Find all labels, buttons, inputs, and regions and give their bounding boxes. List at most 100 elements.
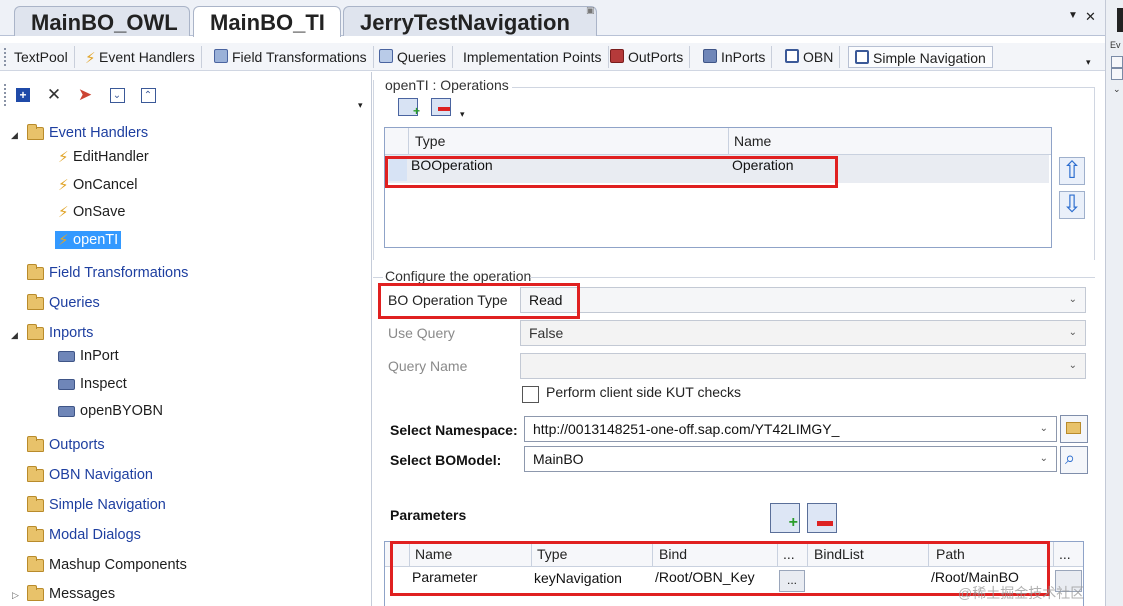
remove-row-icon[interactable] (431, 98, 451, 116)
tab-implementation-points[interactable]: Implementation Points (457, 46, 609, 68)
kut-checkbox[interactable] (522, 386, 539, 403)
run-icon[interactable]: ➤ (74, 84, 96, 106)
column-header-bind[interactable]: Bind (659, 546, 687, 562)
move-up-button[interactable]: ⇧ (1059, 157, 1085, 185)
tab-obn[interactable]: OBN (779, 46, 841, 68)
tree-node-label: OnCancel (73, 177, 138, 193)
tab-inports[interactable]: InPorts (697, 46, 773, 68)
bind-browse-button[interactable]: ... (779, 570, 805, 592)
delete-icon[interactable]: ✕ (43, 84, 65, 106)
tree-expander-icon[interactable]: ◢ (11, 130, 18, 141)
parameter-name-cell[interactable]: Parameter (412, 569, 477, 585)
tab-event-handlers[interactable]: ⚡ Event Handlers (79, 46, 202, 68)
column-header-type[interactable]: Type (537, 546, 567, 562)
tree-leaf-inport[interactable]: InPort (58, 348, 119, 364)
bolt-icon: ⚡ (58, 149, 69, 166)
parameter-bind-cell[interactable]: /Root/OBN_Key (655, 569, 755, 585)
tree-node-label: openTI (73, 232, 119, 248)
tab-label: TextPool (14, 49, 68, 65)
tree-node-label: Simple Navigation (49, 497, 166, 513)
tree-node-inports[interactable]: Inports (27, 323, 93, 341)
row-selector[interactable] (389, 159, 407, 181)
tree-expander-icon[interactable]: ◢ (11, 330, 18, 341)
tree-leaf-onsave[interactable]: ⚡ OnSave (58, 203, 125, 221)
tree-node-label: openBYOBN (80, 403, 164, 419)
side-panel-button[interactable] (1111, 68, 1123, 80)
folder-icon (27, 293, 44, 310)
tree-node-event-handlers[interactable]: Event Handlers (27, 123, 148, 141)
tab-label: Event Handlers (99, 49, 195, 65)
kut-checkbox-label: Perform client side KUT checks (546, 384, 742, 400)
folder-icon (27, 123, 44, 140)
tree-leaf-oncancel[interactable]: ⚡ OnCancel (58, 176, 137, 194)
chevron-down-icon: ⌄ (1039, 453, 1048, 464)
collapse-all-icon[interactable]: ⌃ (137, 84, 159, 106)
add-icon[interactable]: + (12, 84, 34, 106)
tab-outports[interactable]: OutPorts (604, 46, 691, 68)
tree-node-modal-dialogs[interactable]: Modal Dialogs (27, 525, 141, 543)
tree-node-field-transformations[interactable]: Field Transformations (27, 263, 188, 281)
tree-node-label: Modal Dialogs (49, 527, 141, 543)
column-header-path-ellipsis[interactable]: ... (1059, 546, 1071, 562)
tree-node-obn-navigation[interactable]: OBN Navigation (27, 465, 153, 483)
tree-leaf-inspect[interactable]: Inspect (58, 376, 127, 392)
add-row-icon[interactable]: + (398, 98, 420, 118)
column-header-name[interactable]: Name (415, 546, 452, 562)
tree-node-queries[interactable]: Queries (27, 293, 100, 311)
column-header-bind-ellipsis[interactable]: ... (783, 546, 795, 562)
search-bomodel-button[interactable]: ⌕ (1060, 446, 1088, 474)
toolbar-overflow-icon[interactable]: ▾ (1086, 57, 1091, 68)
tab-label: Implementation Points (463, 49, 602, 65)
operation-name-cell[interactable]: Operation (732, 157, 793, 173)
tree-leaf-openbyobn[interactable]: openBYOBN (58, 403, 163, 419)
namespace-select[interactable]: http://0013148251-one-off.sap.com/YT42LI… (524, 416, 1057, 442)
group-divider (373, 277, 383, 278)
bo-operation-type-select[interactable]: Read ⌄ (520, 287, 1086, 313)
bolt-icon: ⚡ (58, 177, 69, 194)
folder-icon (27, 465, 44, 482)
side-panel-button[interactable] (1111, 56, 1123, 68)
doc-tab-jerrytestnavigation[interactable]: JerryTestNavigation (343, 6, 597, 36)
doc-tab-mainbo-ti[interactable]: MainBO_TI (193, 6, 341, 37)
tree-leaf-openti[interactable]: ⚡ openTI (55, 231, 122, 249)
tree-leaf-edithandler[interactable]: ⚡ EditHandler (58, 148, 149, 166)
use-query-select[interactable]: False ⌄ (520, 320, 1086, 346)
tree-node-label: InPort (80, 348, 119, 364)
move-down-button[interactable]: ⇩ (1059, 191, 1085, 219)
bomodel-label: Select BOModel: (390, 452, 502, 468)
query-icon (379, 49, 393, 63)
side-panel-header (1117, 8, 1123, 32)
toolbar-overflow-icon[interactable]: ▾ (358, 100, 363, 111)
tab-queries[interactable]: Queries (373, 46, 454, 68)
remove-parameter-icon[interactable] (807, 503, 837, 533)
tab-simple-navigation[interactable]: Simple Navigation (848, 46, 993, 68)
select-value: False (529, 325, 564, 341)
add-parameter-icon[interactable]: + (770, 503, 800, 533)
tab-textpool[interactable]: TextPool (8, 46, 75, 68)
chevron-down-icon: ⌄ (1068, 327, 1077, 338)
tree-expander-icon[interactable]: ▷ (12, 590, 19, 601)
tree-node-label: Inspect (80, 376, 127, 392)
chevron-down-icon[interactable]: ⌄ (1113, 84, 1121, 95)
tree-node-outports[interactable]: Outports (27, 435, 105, 453)
parameter-type-cell[interactable]: keyNavigation (534, 570, 622, 586)
browse-namespace-button[interactable] (1060, 415, 1088, 443)
bomodel-select[interactable]: MainBO ⌄ (524, 446, 1057, 472)
inport-icon (58, 405, 75, 417)
doc-tab-mainbo-owl[interactable]: MainBO_OWL (14, 6, 190, 36)
tree-node-mashup-components[interactable]: Mashup Components (27, 555, 187, 573)
column-header-name[interactable]: Name (734, 133, 771, 149)
column-header-bindlist[interactable]: BindList (814, 546, 864, 562)
tree-node-messages[interactable]: Messages (27, 584, 115, 602)
close-icon[interactable]: ✕ (1085, 9, 1096, 25)
tree-node-simple-navigation[interactable]: Simple Navigation (27, 495, 166, 513)
expand-all-icon[interactable]: ⌄ (106, 84, 128, 106)
tab-list-dropdown-icon[interactable]: ▼ (1068, 10, 1078, 21)
column-header-path[interactable]: Path (936, 546, 965, 562)
arrow-up-icon: ⇧ (1061, 157, 1083, 184)
operation-type-cell[interactable]: BOOperation (411, 157, 493, 173)
toolbar-overflow-icon[interactable]: ▾ (460, 109, 465, 120)
query-name-select[interactable]: ⌄ (520, 353, 1086, 379)
tab-field-transformations[interactable]: Field Transformations (208, 46, 374, 68)
column-header-type[interactable]: Type (415, 133, 445, 149)
